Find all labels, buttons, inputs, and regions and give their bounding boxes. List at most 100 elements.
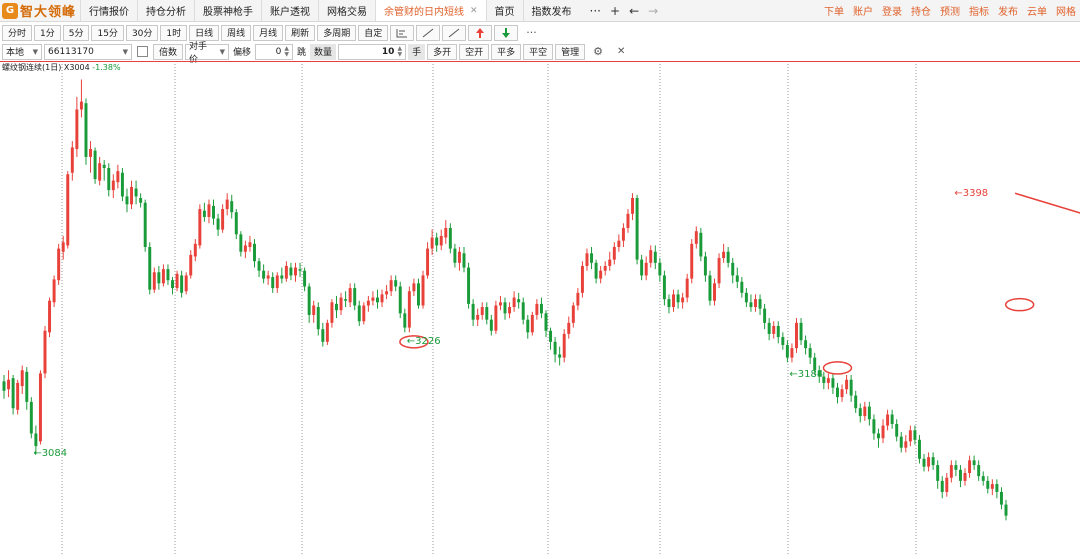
link-publish[interactable]: 发布 [998,3,1018,18]
candle [694,226,698,249]
chart-settings-icon[interactable] [390,24,415,41]
account-select[interactable]: 66113170 ▼ [44,43,132,60]
candle [139,193,143,208]
tab-label: 账户透视 [270,7,310,18]
candle [421,270,425,309]
candle [75,96,79,157]
price-annotation: ←3226 [407,336,441,347]
candle-body [840,389,844,398]
period-button-month[interactable]: 月线 [253,24,284,41]
candle-body [193,243,197,257]
multiplier-button[interactable]: 倍数 [153,43,184,60]
close-long-button[interactable]: 平多 [491,43,522,60]
candle-body [854,395,858,409]
candle [854,390,858,413]
candle [963,468,967,486]
manage-button[interactable]: 管理 [555,43,586,60]
candle [403,308,407,333]
candle [321,322,325,347]
candle [107,163,111,197]
candle [221,204,225,233]
candle [990,479,994,496]
chart-canvas[interactable]: ←3084←3226←3184←3398←3356-3355←3214-3171… [0,62,1080,556]
period-button-week[interactable]: 周线 [221,24,252,41]
link-account[interactable]: 账户 [853,3,873,18]
link-grid[interactable]: 网格 [1056,3,1076,18]
candle-body [202,210,206,217]
link-positions[interactable]: 持仓 [911,3,931,18]
offset-stepper[interactable]: 0 ▲ ▼ [255,43,294,60]
candle [571,302,575,328]
price-mode-select[interactable]: 对手价 ▼ [185,42,230,65]
candle-body [257,261,261,271]
candle-body [480,307,484,315]
tab-intraday[interactable]: 余管财的日内短线 ✕ [375,0,486,21]
location-select[interactable]: 本地 ▼ [2,43,42,60]
period-button-5m[interactable]: 5分 [62,24,90,41]
price-annotations: ←3084←3226←3184←3398←3356-3355←3214-3171… [33,188,988,459]
quantity-stepper[interactable]: 10 ▲ ▼ [338,43,407,60]
candle [521,297,525,325]
link-order[interactable]: 下单 [824,3,844,18]
link-cloud-order[interactable]: 云单 [1027,3,1047,18]
tab-close-icon[interactable]: ✕ [470,6,478,16]
tab-grid-trading[interactable]: 网格交易 [318,0,375,21]
link-forecast[interactable]: 预测 [940,3,960,18]
candle-body [312,305,316,315]
candle-body [344,299,348,301]
forward-arrow-icon[interactable]: → [648,4,658,18]
gear-icon[interactable]: ⚙ [587,45,609,58]
candle-body [535,303,539,315]
candle [330,299,334,328]
candle-body [881,425,885,439]
tab-home[interactable]: 首页 [485,0,523,21]
buy-arrow-icon[interactable] [468,24,493,41]
candle [120,167,124,202]
tab-quotes[interactable]: 行情报价 [80,0,137,21]
tab-stock-sniper[interactable]: 股票神枪手 [194,0,261,21]
multi-period-button[interactable]: 多周期 [317,24,357,41]
candle-body [517,299,521,303]
candle-body [672,294,675,308]
open-short-button[interactable]: 空开 [459,43,490,60]
add-tab-icon[interactable]: + [610,4,620,18]
custom-period-button[interactable]: 自定 [358,24,389,41]
candle-body [658,262,662,276]
candle [795,318,798,353]
checkbox[interactable] [137,46,148,57]
candle [621,223,625,247]
sell-arrow-icon[interactable] [494,24,519,41]
more-tabs-icon[interactable]: ··· [590,4,601,18]
spin-arrows-icon[interactable]: ▲ ▼ [397,45,402,58]
period-button-tick[interactable]: 分时 [2,24,33,41]
candle [776,321,780,344]
candle-body [640,259,644,276]
draw-line-icon[interactable] [416,24,441,41]
link-indicators[interactable]: 指标 [969,3,989,18]
spin-arrows-icon[interactable]: ▲ ▼ [284,45,289,58]
candle-body [549,330,553,342]
circle-marker [1004,297,1035,312]
candle-body [403,313,407,328]
refresh-button[interactable]: 刷新 [285,24,316,41]
candle-body [294,267,297,276]
candle [922,454,926,472]
tab-position-analysis[interactable]: 持仓分析 [137,0,194,21]
toolbar-more-icon[interactable]: ··· [520,26,543,39]
candle [590,246,594,270]
draw-ray-icon[interactable] [442,24,467,41]
candle [362,302,366,325]
close-icon[interactable]: ✕ [611,46,631,57]
period-button-30m[interactable]: 30分 [125,24,159,41]
link-login[interactable]: 登录 [882,3,902,18]
tab-account-view[interactable]: 账户透视 [261,0,318,21]
period-button-1m[interactable]: 1分 [34,24,61,41]
tab-index-release[interactable]: 指数发布 [522,0,580,21]
candlestick-chart[interactable]: 螺纹钢连续(1日) X3004 -1.38% ←3084 ←3226 ←3184 ←3… [0,62,1080,556]
period-button-15m[interactable]: 15分 [91,24,124,41]
open-long-button[interactable]: 多开 [427,43,458,60]
close-short-button[interactable]: 平空 [523,43,554,60]
back-arrow-icon[interactable]: ← [629,4,639,18]
period-button-1h[interactable]: 1时 [160,24,188,41]
candle [494,300,498,334]
